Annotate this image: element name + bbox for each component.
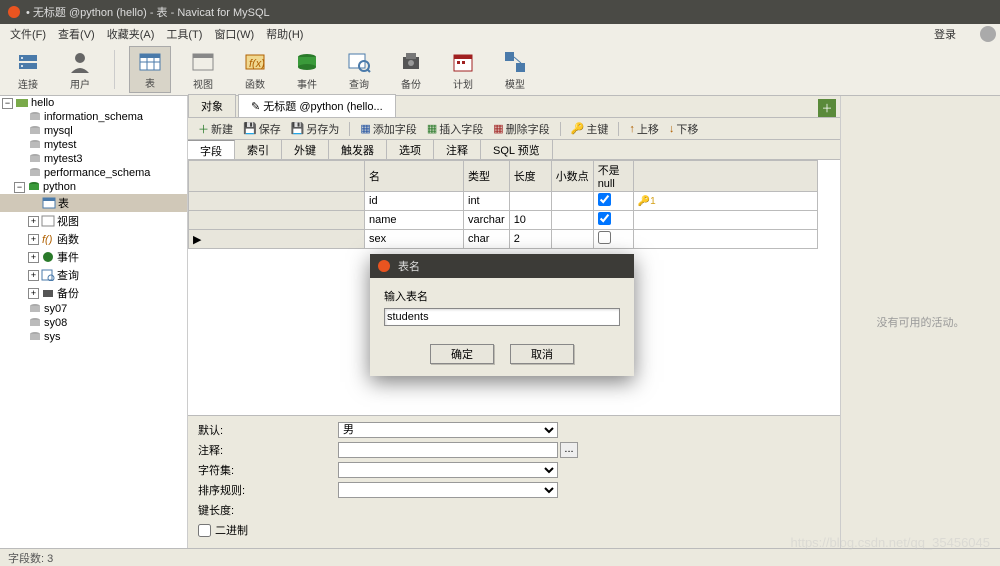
dialog-ok-button[interactable]: 确定 — [430, 344, 494, 364]
dialog-input-label: 输入表名 — [384, 288, 620, 304]
dialog-close-button[interactable] — [378, 260, 390, 272]
dialog-title: 表名 — [398, 258, 420, 274]
dialog-titlebar: 表名 — [370, 254, 634, 278]
modal-overlay: 表名 输入表名 确定 取消 — [0, 0, 1000, 566]
dialog-cancel-button[interactable]: 取消 — [510, 344, 574, 364]
table-name-input[interactable] — [384, 308, 620, 326]
table-name-dialog: 表名 输入表名 确定 取消 — [370, 254, 634, 376]
